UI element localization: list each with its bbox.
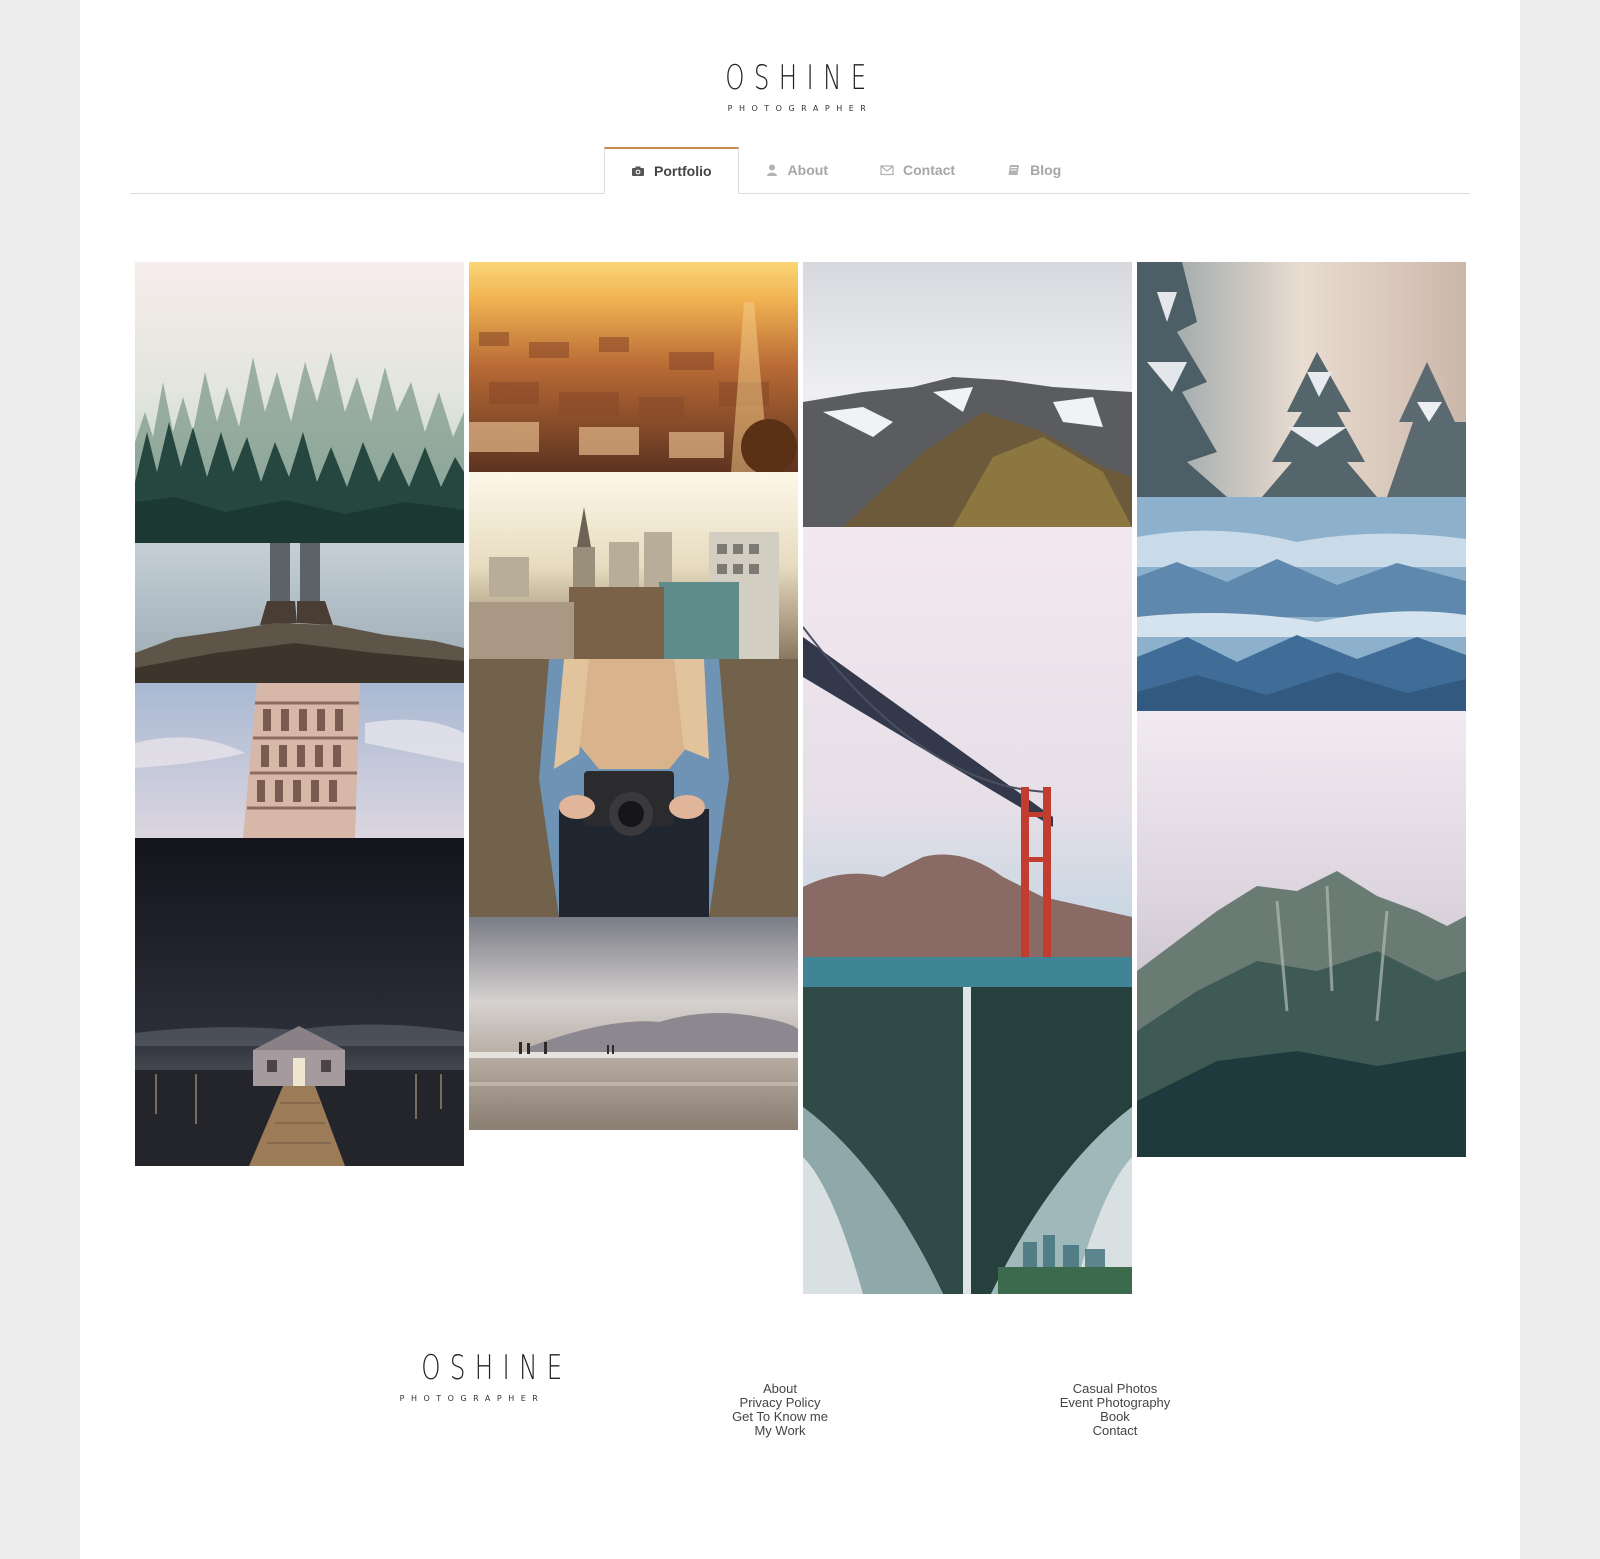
tab-about[interactable]: About: [739, 147, 854, 192]
photo-image: [469, 472, 798, 659]
footer-link-book[interactable]: Book: [1030, 1410, 1200, 1424]
tab-portfolio[interactable]: Portfolio: [604, 147, 739, 194]
photo-image: [803, 987, 1132, 1294]
footer-link-privacy-policy[interactable]: Privacy Policy: [710, 1396, 850, 1410]
tab-label: About: [787, 161, 828, 178]
tab-label: Blog: [1030, 161, 1062, 178]
footer-logo[interactable]: OSHINE PHOTOGRAPHER: [392, 1348, 563, 1403]
photo-image: [803, 262, 1132, 527]
footer-links-col1: About Privacy Policy Get To Know me My W…: [710, 1382, 850, 1438]
photo-woman-holding-camera[interactable]: [469, 659, 798, 917]
photo-image: [135, 838, 464, 1166]
tab-contact[interactable]: Contact: [854, 147, 981, 192]
footer-link-about[interactable]: About: [710, 1382, 850, 1396]
photo-image: [135, 262, 464, 543]
photo-image: [803, 527, 1132, 987]
photo-image: [1137, 262, 1466, 497]
footer-logo-tagline: PHOTOGRAPHER: [399, 1394, 545, 1403]
tab-label: Contact: [902, 161, 956, 178]
photo-blue-mountain-ranges[interactable]: [1137, 497, 1466, 711]
photo-foggy-mountain-cliff[interactable]: [1137, 711, 1466, 1157]
photo-image: [135, 543, 464, 683]
camera-icon: [632, 166, 644, 176]
page: OSHINE PHOTOGRAPHER Portfolio About Cont…: [80, 0, 1520, 1559]
site-logo[interactable]: OSHINE PHOTOGRAPHER: [80, 58, 1520, 113]
photo-image: [469, 917, 798, 1130]
logo-name: OSHINE: [724, 58, 876, 98]
photo-image: [1137, 497, 1466, 711]
main-nav: Portfolio About Contact Blog: [130, 147, 1470, 194]
photo-image: [469, 262, 798, 472]
logo-tagline: PHOTOGRAPHER: [727, 104, 873, 113]
photo-beach-with-people[interactable]: [469, 917, 798, 1130]
photo-misty-pine-forest[interactable]: [135, 262, 464, 543]
photo-town-rooftops-church[interactable]: [469, 472, 798, 659]
photo-image: [1137, 711, 1466, 1157]
photo-snowy-pine-trees[interactable]: [1137, 262, 1466, 497]
footer-link-event-photography[interactable]: Event Photography: [1030, 1396, 1200, 1410]
footer-links-col2: Casual Photos Event Photography Book Con…: [1030, 1382, 1200, 1438]
envelope-icon: [880, 164, 894, 175]
photo-golden-gate-bridge[interactable]: [803, 527, 1132, 987]
photo-city-sunset-aerial[interactable]: [469, 262, 798, 472]
photo-snowy-mountain-peak[interactable]: [803, 262, 1132, 527]
footer-link-casual-photos[interactable]: Casual Photos: [1030, 1382, 1200, 1396]
footer-logo-name: OSHINE: [421, 1348, 572, 1388]
photo-boathouse-at-night[interactable]: [135, 838, 464, 1166]
photo-image: [135, 683, 464, 838]
footer-link-contact[interactable]: Contact: [1030, 1424, 1200, 1438]
photo-hiking-boots-on-rock[interactable]: [135, 543, 464, 683]
footer-link-my-work[interactable]: My Work: [710, 1424, 850, 1438]
tab-label: Portfolio: [654, 163, 712, 179]
tab-blog[interactable]: Blog: [981, 147, 1087, 192]
photo-image: [469, 659, 798, 917]
photo-under-bridge-view[interactable]: [803, 987, 1132, 1294]
book-icon: [1008, 164, 1020, 175]
photo-leaning-tower-of-pisa[interactable]: [135, 683, 464, 838]
footer-link-get-to-know-me[interactable]: Get To Know me: [710, 1410, 850, 1424]
user-icon: [766, 164, 777, 176]
